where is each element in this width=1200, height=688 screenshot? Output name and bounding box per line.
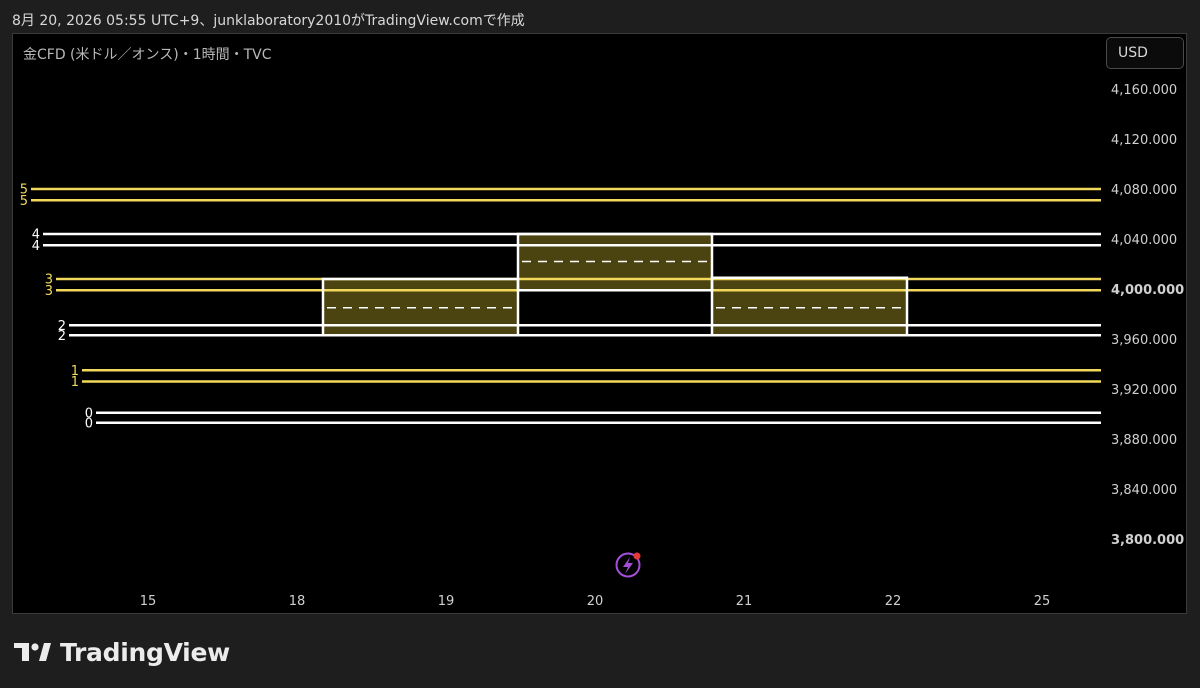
x-tick-0: 15 xyxy=(140,594,157,609)
x-tick-3: 20 xyxy=(587,594,604,609)
symbol-title: 金CFD (米ドル／オンス)・1時間・TVC xyxy=(23,47,272,63)
tradingview-logo[interactable]: TradingView xyxy=(14,636,230,668)
tradingview-logo-icon xyxy=(14,643,51,661)
y-tick-9: 3,800.000 xyxy=(1111,533,1184,548)
level-4-label-1: 4 xyxy=(32,239,40,254)
tradingview-wordmark: TradingView xyxy=(60,637,230,667)
y-tick-8: 3,840.000 xyxy=(1111,483,1177,498)
x-tick-6: 25 xyxy=(1034,594,1051,609)
y-tick-5: 3,960.000 xyxy=(1111,333,1177,348)
x-tick-4: 21 xyxy=(736,594,753,609)
y-tick-0: 4,160.000 xyxy=(1111,83,1177,98)
level-3-label-1: 3 xyxy=(45,284,53,299)
y-tick-6: 3,920.000 xyxy=(1111,383,1177,398)
level-2-label-1: 2 xyxy=(58,329,66,344)
level-1-label-1: 1 xyxy=(71,375,79,390)
y-tick-7: 3,880.000 xyxy=(1111,433,1177,448)
chart-caption: 8月 20, 2026 05:55 UTC+9、junklaboratory20… xyxy=(12,13,525,29)
range-box-fill-2 xyxy=(712,277,907,336)
y-tick-3: 4,040.000 xyxy=(1111,233,1177,248)
x-tick-1: 18 xyxy=(289,594,306,609)
y-tick-1: 4,120.000 xyxy=(1111,133,1177,148)
chart-panel[interactable]: 5 5 4 4 3 3 2 2 1 1 0 0 4,160.000 4,120.000 4,080.000 4… xyxy=(12,33,1187,614)
y-tick-2: 4,080.000 xyxy=(1111,183,1177,198)
level-5-label-1: 5 xyxy=(20,194,28,209)
x-tick-2: 19 xyxy=(438,594,455,609)
notification-dot xyxy=(633,552,641,560)
lightning-icon xyxy=(623,557,633,574)
x-tick-5: 22 xyxy=(885,594,902,609)
price-chart[interactable]: 5544332211004,160.0004,120.0004,080.0004… xyxy=(13,34,1188,615)
y-tick-4: 4,000.000 xyxy=(1111,283,1184,298)
level-0-label-1: 0 xyxy=(85,416,93,431)
currency-button[interactable]: USD xyxy=(1106,37,1184,69)
